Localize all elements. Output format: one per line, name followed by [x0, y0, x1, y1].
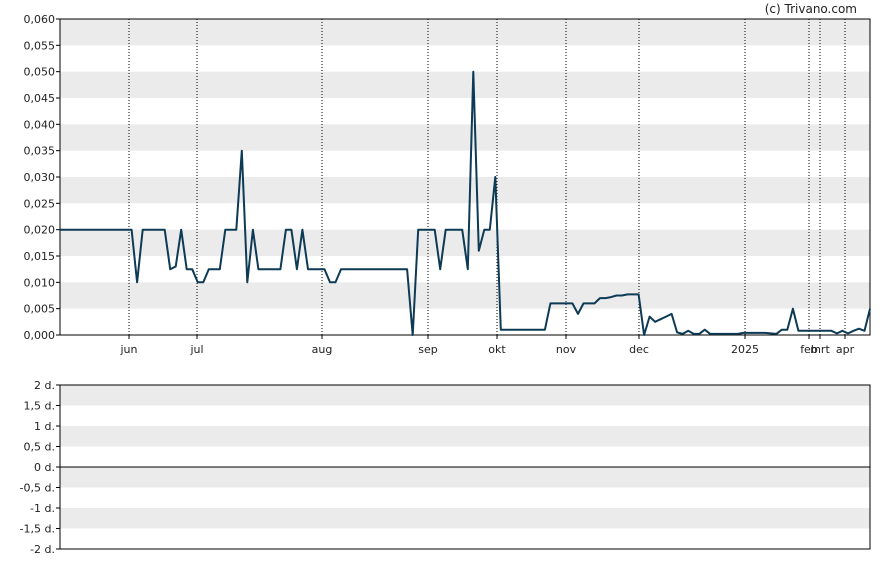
y-tick-label: 0,000 — [24, 329, 56, 342]
top-chart-band — [60, 19, 870, 46]
top-chart-band — [60, 282, 870, 309]
bottom-chart-band — [60, 467, 870, 488]
y-tick-label: 2 d. — [34, 379, 55, 392]
x-tick-label: okt — [488, 343, 506, 356]
y-tick-label: 0,015 — [24, 250, 56, 263]
x-tick-label: jun — [120, 343, 138, 356]
bottom-chart-band — [60, 385, 870, 406]
top-chart-band — [60, 124, 870, 151]
y-tick-label: -2 d. — [30, 543, 55, 556]
y-tick-label: 0,025 — [24, 197, 56, 210]
top-chart-y-axis: 0,000 0,005 0,010 0,015 0,020 0,025 0,030 0,035… — [24, 13, 60, 342]
top-chart-bands — [60, 19, 870, 309]
y-tick-label: 0,035 — [24, 145, 56, 158]
bottom-chart-y-axis: -2 d. -1,5 d. -1 d. -0,5 d. 0 d. 0,5 d. 1 d. 1,… — [20, 379, 60, 556]
y-tick-label: 0,060 — [24, 13, 56, 26]
y-tick-label: -1 d. — [30, 502, 55, 515]
x-tick-label: dec — [629, 343, 649, 356]
y-tick-label: 0,020 — [24, 224, 56, 237]
bottom-chart-band — [60, 508, 870, 529]
y-tick-label: -1,5 d. — [20, 523, 55, 536]
x-tick-label: 2025 — [731, 343, 759, 356]
y-tick-label: 0,010 — [24, 276, 56, 289]
y-tick-label: 0,030 — [24, 171, 56, 184]
top-chart-x-axis: jun jul aug sep okt nov dec 2025 febmrt apr — [120, 335, 855, 356]
y-tick-label: 0,045 — [24, 92, 56, 105]
y-tick-label: 0 d. — [34, 461, 55, 474]
y-tick-label: 1 d. — [34, 420, 55, 433]
y-tick-label: 0,050 — [24, 66, 56, 79]
x-tick-label: mrt — [810, 343, 830, 356]
x-tick-label: nov — [556, 343, 577, 356]
y-tick-label: 0,005 — [24, 303, 56, 316]
credit-text: (c) Trivano.com — [765, 2, 857, 16]
x-tick-label: aug — [312, 343, 333, 356]
y-tick-label: 0,040 — [24, 118, 56, 131]
y-tick-label: 0,055 — [24, 39, 56, 52]
bottom-chart-band — [60, 426, 870, 447]
x-tick-label: jul — [189, 343, 203, 356]
x-tick-label: apr — [836, 343, 855, 356]
y-tick-label: 1,5 d. — [24, 400, 55, 413]
bottom-chart-bands — [60, 385, 870, 529]
top-chart-band — [60, 71, 870, 98]
y-tick-label: -0,5 d. — [20, 482, 55, 495]
top-chart-band — [60, 177, 870, 204]
y-tick-label: 0,5 d. — [24, 441, 55, 454]
chart-figure: 0,000 0,005 0,010 0,015 0,020 0,025 0,030 0,035… — [20, 2, 871, 556]
x-tick-label: sep — [418, 343, 437, 356]
